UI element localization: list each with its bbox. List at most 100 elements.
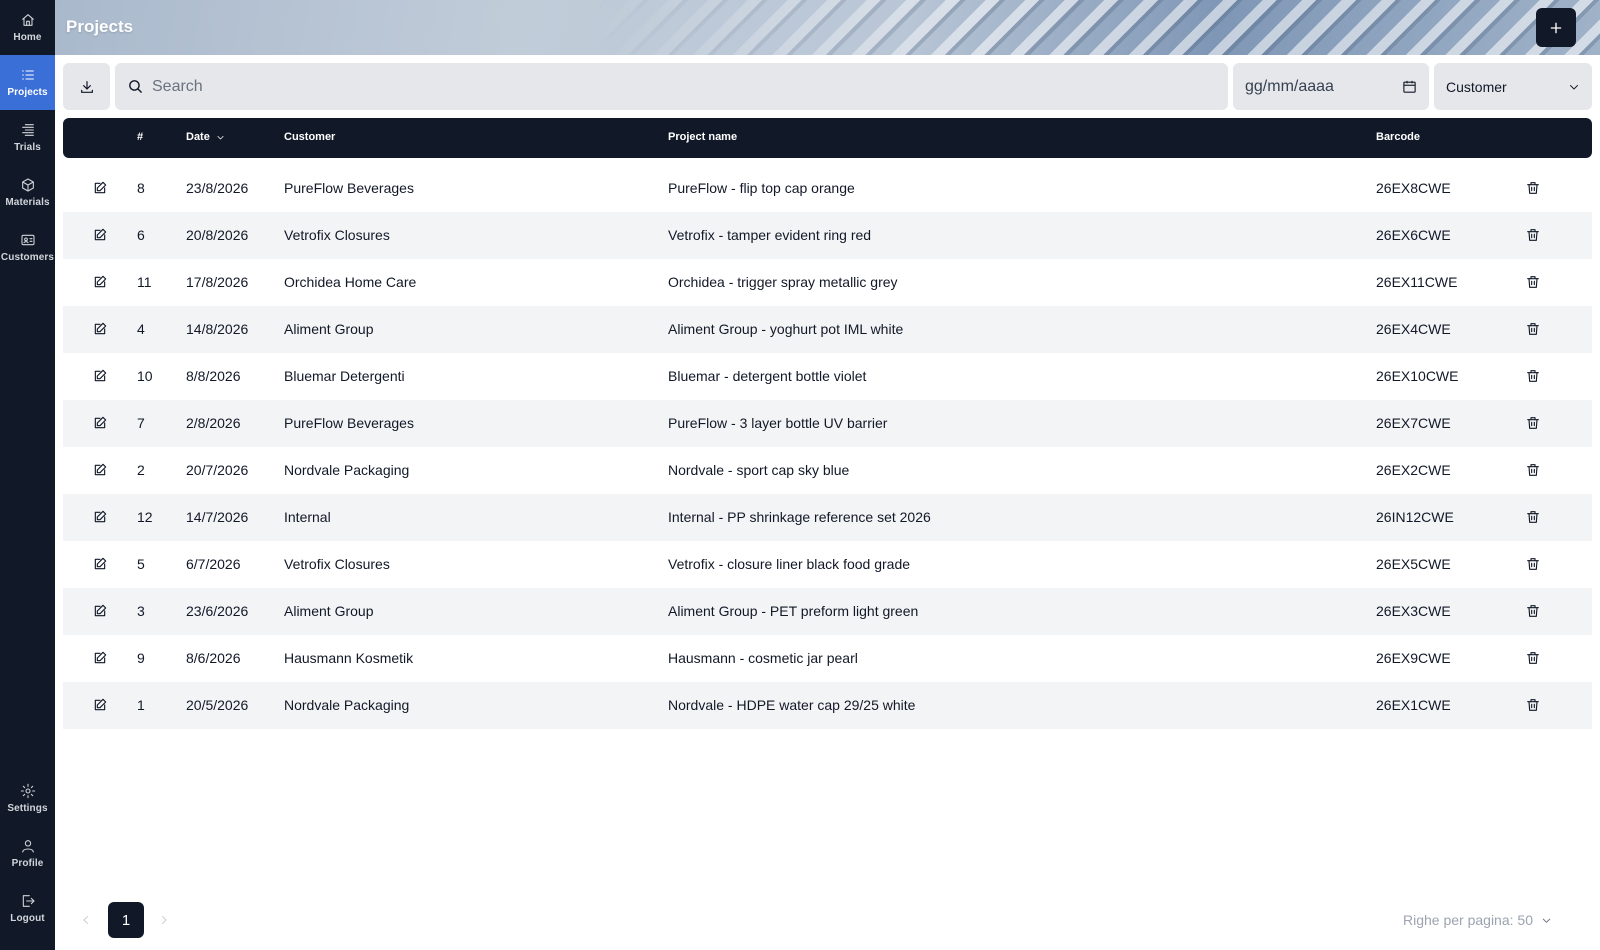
calendar-icon[interactable] bbox=[1402, 79, 1417, 94]
edit-icon bbox=[92, 463, 108, 481]
prev-page-button[interactable] bbox=[80, 913, 94, 927]
chevron-down-icon bbox=[1542, 918, 1551, 923]
sidebar-item-customers[interactable]: Customers bbox=[0, 220, 55, 275]
cell-customer: Nordvale Packaging bbox=[284, 462, 410, 478]
cell-customer: Nordvale Packaging bbox=[284, 697, 410, 713]
edit-icon bbox=[92, 275, 108, 293]
cell-barcode: 26EX10CWE bbox=[1376, 368, 1459, 384]
trash-icon bbox=[1525, 229, 1541, 246]
sidebar-item-materials[interactable]: Materials bbox=[0, 165, 55, 220]
delete-button[interactable] bbox=[1525, 650, 1541, 666]
edit-button[interactable] bbox=[92, 274, 108, 290]
trash-icon bbox=[1525, 464, 1541, 481]
cell-barcode: 26EX1CWE bbox=[1376, 697, 1451, 713]
cell-number: 8 bbox=[137, 180, 145, 196]
cell-barcode: 26EX3CWE bbox=[1376, 603, 1451, 619]
edit-icon bbox=[92, 604, 108, 622]
cell-project-name: PureFlow - 3 layer bottle UV barrier bbox=[668, 415, 888, 431]
column-header-date[interactable]: Date bbox=[186, 131, 225, 143]
sidebar-item-settings[interactable]: Settings bbox=[0, 771, 55, 826]
delete-button[interactable] bbox=[1525, 603, 1541, 619]
cell-customer: Internal bbox=[284, 509, 331, 525]
trash-icon bbox=[1525, 699, 1541, 716]
plus-icon bbox=[1550, 22, 1562, 33]
edit-button[interactable] bbox=[92, 368, 108, 384]
cell-customer: Aliment Group bbox=[284, 603, 374, 619]
edit-icon bbox=[92, 651, 108, 669]
delete-button[interactable] bbox=[1525, 556, 1541, 572]
search-input[interactable] bbox=[152, 77, 1198, 96]
edit-button[interactable] bbox=[92, 603, 108, 619]
cell-date: 20/7/2026 bbox=[186, 462, 249, 478]
delete-button[interactable] bbox=[1525, 368, 1541, 384]
edit-button[interactable] bbox=[92, 462, 108, 478]
cell-date: 23/8/2026 bbox=[186, 180, 249, 196]
edit-icon bbox=[92, 416, 108, 434]
column-header-number: # bbox=[137, 131, 144, 143]
cell-customer: Bluemar Detergenti bbox=[284, 368, 405, 384]
sidebar-item-label: Trials bbox=[14, 142, 41, 153]
delete-button[interactable] bbox=[1525, 274, 1541, 290]
edit-button[interactable] bbox=[92, 180, 108, 196]
list-details-icon bbox=[21, 124, 34, 136]
cell-barcode: 26EX7CWE bbox=[1376, 415, 1451, 431]
cell-project-name: Internal - PP shrinkage reference set 20… bbox=[668, 509, 931, 525]
home-icon bbox=[21, 14, 34, 26]
table-row: 2 20/7/2026 Nordvale Packaging Nordvale - s… bbox=[63, 447, 1592, 494]
cell-date: 20/8/2026 bbox=[186, 227, 249, 243]
sidebar-item-profile[interactable]: Profile bbox=[0, 826, 55, 881]
cell-project-name: Hausmann - cosmetic jar pearl bbox=[668, 650, 858, 666]
edit-button[interactable] bbox=[92, 227, 108, 243]
delete-button[interactable] bbox=[1525, 509, 1541, 525]
sidebar-item-home[interactable]: Home bbox=[0, 0, 55, 55]
edit-button[interactable] bbox=[92, 415, 108, 431]
cell-barcode: 26EX4CWE bbox=[1376, 321, 1451, 337]
table-row: 6 20/8/2026 Vetrofix Closures Vetrofix - ta… bbox=[63, 212, 1592, 259]
cell-barcode: 26EX5CWE bbox=[1376, 556, 1451, 572]
cell-date: 23/6/2026 bbox=[186, 603, 249, 619]
column-header-date-label: Date bbox=[186, 131, 210, 143]
rows-per-page-select[interactable]: Righe per pagina: 50 bbox=[1403, 912, 1552, 928]
page-button-current[interactable]: 1 bbox=[108, 902, 144, 938]
delete-button[interactable] bbox=[1525, 697, 1541, 713]
rows-per-page-label: Righe per pagina: 50 bbox=[1403, 912, 1533, 928]
delete-button[interactable] bbox=[1525, 462, 1541, 478]
cell-date: 17/8/2026 bbox=[186, 274, 249, 290]
delete-button[interactable] bbox=[1525, 180, 1541, 196]
next-page-button[interactable] bbox=[158, 913, 172, 927]
table-row: 9 8/6/2026 Hausmann Kosmetik Hausmann - cos… bbox=[63, 635, 1592, 682]
date-filter-field[interactable]: gg/mm/aaaa bbox=[1233, 63, 1429, 110]
edit-icon bbox=[92, 322, 108, 340]
sidebar-item-label: Logout bbox=[10, 913, 45, 924]
column-header-project: Project name bbox=[668, 131, 738, 143]
customer-select[interactable]: Customer bbox=[1434, 63, 1592, 110]
sidebar-item-projects[interactable]: Projects bbox=[0, 55, 55, 110]
delete-button[interactable] bbox=[1525, 321, 1541, 337]
page-title: Projects bbox=[66, 17, 134, 36]
pagination: 1 bbox=[80, 902, 172, 938]
cell-date: 14/7/2026 bbox=[186, 509, 249, 525]
delete-button[interactable] bbox=[1525, 227, 1541, 243]
delete-button[interactable] bbox=[1525, 415, 1541, 431]
edit-button[interactable] bbox=[92, 509, 108, 525]
cell-number: 1 bbox=[137, 697, 145, 713]
sort-desc-icon bbox=[217, 135, 224, 139]
edit-button[interactable] bbox=[92, 697, 108, 713]
table-row: 7 2/8/2026 PureFlow Beverages PureFlow - 3 … bbox=[63, 400, 1592, 447]
cell-barcode: 26EX9CWE bbox=[1376, 650, 1451, 666]
trash-icon bbox=[1525, 276, 1541, 293]
sidebar-item-trials[interactable]: Trials bbox=[0, 110, 55, 165]
table-row: 3 23/6/2026 Aliment Group Aliment Group - P… bbox=[63, 588, 1592, 635]
cell-number: 3 bbox=[137, 603, 145, 619]
cell-barcode: 26EX11CWE bbox=[1376, 274, 1458, 290]
cell-number: 9 bbox=[137, 650, 145, 666]
download-button[interactable] bbox=[63, 63, 110, 110]
edit-button[interactable] bbox=[92, 556, 108, 572]
edit-button[interactable] bbox=[92, 321, 108, 337]
cell-number: 7 bbox=[137, 415, 145, 431]
sidebar-item-logout[interactable]: Logout bbox=[0, 881, 55, 936]
cell-number: 2 bbox=[137, 462, 145, 478]
edit-button[interactable] bbox=[92, 650, 108, 666]
column-header-barcode: Barcode bbox=[1376, 131, 1421, 143]
add-project-button[interactable] bbox=[1536, 8, 1576, 47]
